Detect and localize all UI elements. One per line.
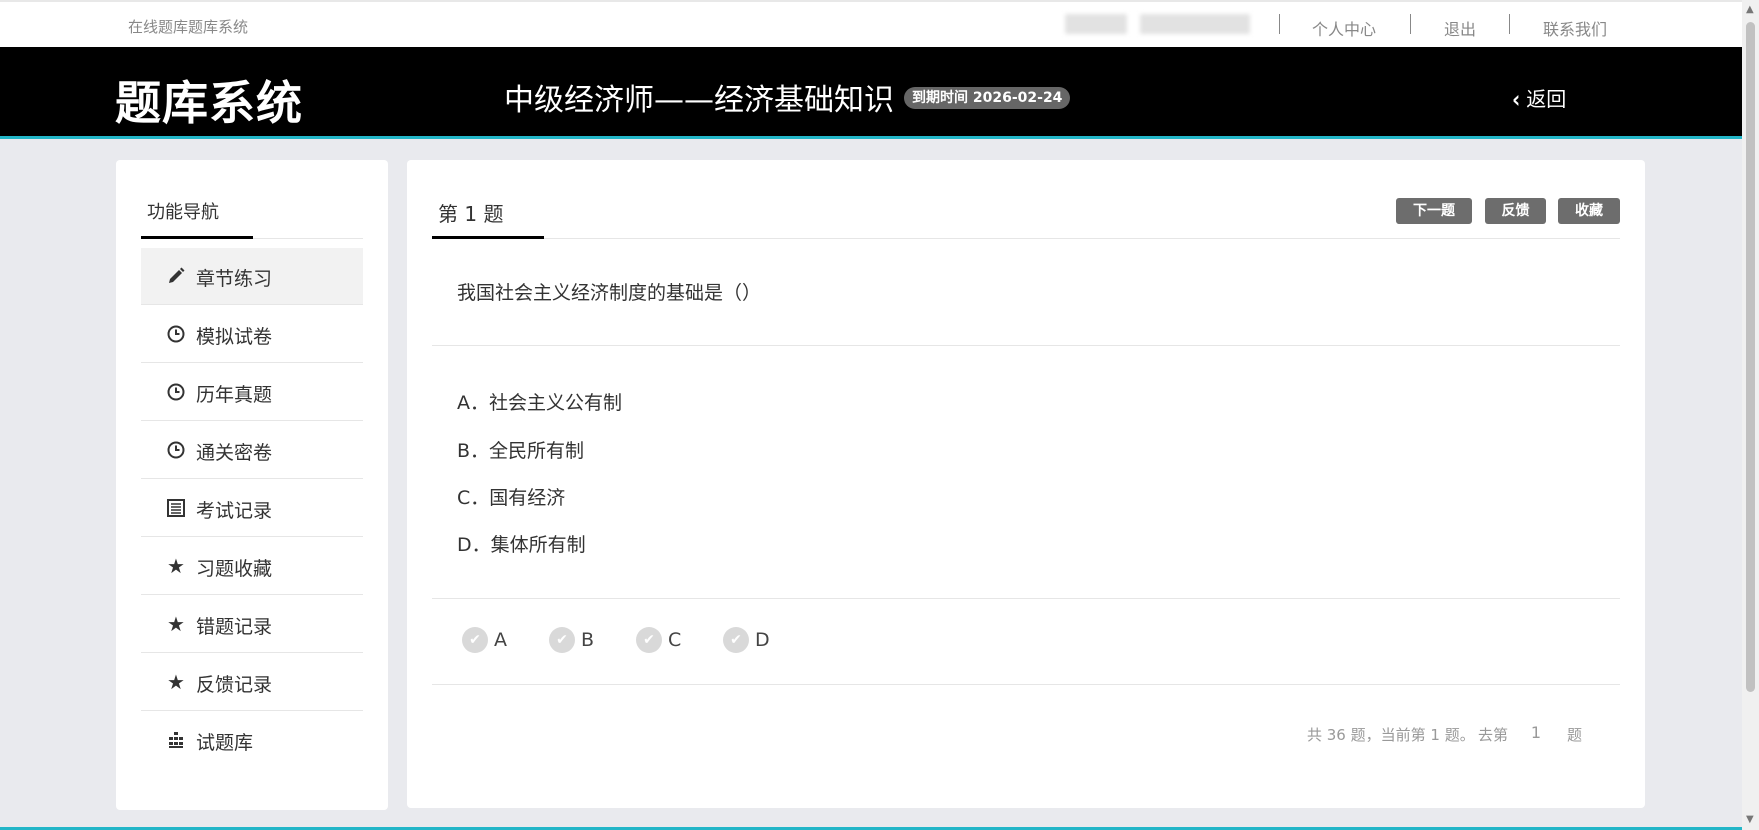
goto-question-input[interactable] [1521, 718, 1551, 746]
scroll-down-arrow-icon[interactable]: ▼ [1746, 814, 1754, 825]
logout-link[interactable]: 退出 [1444, 16, 1476, 40]
option-text: D．集体所有制 [457, 534, 586, 556]
blurred-username-extra [1140, 14, 1250, 34]
vertical-scrollbar[interactable]: ▲ ▼ [1742, 0, 1759, 830]
divider [432, 238, 1620, 239]
scrollbar-thumb[interactable] [1746, 22, 1755, 692]
next-question-button[interactable]: 下一题 [1396, 198, 1472, 224]
sidebar-item-exam-records[interactable]: 考试记录 [141, 480, 363, 537]
question-panel: 第 1 题 下一题 反馈 收藏 我国社会主义经济制度的基础是（） A．社会主义公… [407, 160, 1645, 808]
star-icon: ★ [167, 612, 185, 636]
list-icon [165, 497, 187, 519]
sidebar-item-label: 反馈记录 [196, 674, 273, 696]
option-text: C．国有经济 [457, 487, 566, 509]
back-button[interactable]: ‹ 返回 [1512, 83, 1567, 114]
check-circle-icon: ✔ [549, 627, 575, 653]
divider [432, 684, 1620, 685]
back-label: 返回 [1526, 87, 1567, 111]
blurred-username [1065, 14, 1127, 34]
question-title-underline [432, 236, 544, 239]
question-summary: 共 36 题，当前第 1 题。 [1307, 726, 1475, 744]
header: 题库系统 中级经济师——经济基础知识 到期时间 2026-02-24 ‹ 返回 [0, 47, 1742, 139]
answer-letter: D [755, 629, 770, 651]
check-circle-icon: ✔ [636, 627, 662, 653]
sidebar: 功能导航 章节练习 模拟试卷 历年真题 通关密卷 考试记录 ★ 习题收藏 ★ 错… [116, 160, 388, 810]
sidebar-item-chapter-practice[interactable]: 章节练习 [141, 248, 363, 305]
answer-choice-d[interactable]: ✔ D [723, 627, 770, 653]
sidebar-item-label: 历年真题 [196, 384, 273, 406]
course-title: 中级经济师——经济基础知识 [504, 83, 894, 118]
answer-letter: B [581, 629, 595, 651]
answer-letter: A [494, 629, 507, 651]
divider [1410, 14, 1411, 34]
sidebar-item-favorites[interactable]: ★ 习题收藏 [141, 538, 363, 595]
answer-choice-c[interactable]: ✔ C [636, 627, 681, 653]
goto-prefix: 去第 [1478, 726, 1509, 744]
sidebar-item-label: 考试记录 [196, 500, 273, 522]
feedback-button[interactable]: 反馈 [1485, 198, 1546, 224]
contact-us-link[interactable]: 联系我们 [1543, 16, 1607, 40]
site-name: 在线题库题库系统 [128, 18, 249, 36]
sidebar-item-mock-exam[interactable]: 模拟试卷 [141, 306, 363, 363]
option-text: B．全民所有制 [457, 440, 585, 462]
sidebar-item-label: 通关密卷 [196, 442, 273, 464]
personal-center-link[interactable]: 个人中心 [1312, 16, 1376, 40]
sidebar-item-past-exams[interactable]: 历年真题 [141, 364, 363, 421]
question-stem: 我国社会主义经济制度的基础是（） [457, 282, 762, 304]
question-number: 第 1 题 [438, 202, 504, 226]
divider [1279, 14, 1280, 34]
bars-icon [165, 729, 187, 751]
sidebar-item-secret-papers[interactable]: 通关密卷 [141, 422, 363, 479]
goto-suffix: 题 [1567, 726, 1583, 744]
check-circle-icon: ✔ [462, 627, 488, 653]
sidebar-item-wrong-answers[interactable]: ★ 错题记录 [141, 596, 363, 653]
answer-choice-b[interactable]: ✔ B [549, 627, 594, 653]
clock-icon [165, 381, 187, 403]
answer-choice-a[interactable]: ✔ A [462, 627, 507, 653]
sidebar-title-underline [141, 236, 253, 239]
top-bar: 在线题库题库系统 个人中心 退出 联系我们 [0, 0, 1742, 47]
clock-icon [165, 439, 187, 461]
favorite-button[interactable]: 收藏 [1558, 198, 1620, 224]
sidebar-item-label: 章节练习 [196, 268, 273, 290]
logo[interactable]: 题库系统 [115, 67, 303, 133]
check-circle-icon: ✔ [723, 627, 749, 653]
sidebar-title: 功能导航 [147, 202, 219, 223]
divider [432, 598, 1620, 599]
pencil-icon [165, 265, 187, 287]
sidebar-item-label: 模拟试卷 [196, 326, 273, 348]
sidebar-item-feedback-records[interactable]: ★ 反馈记录 [141, 654, 363, 711]
expiry-badge: 到期时间 2026-02-24 [904, 87, 1071, 109]
divider [1509, 14, 1510, 34]
star-icon: ★ [167, 670, 185, 694]
chevron-left-icon: ‹ [1512, 84, 1521, 114]
answer-letter: C [668, 629, 682, 651]
divider [432, 345, 1620, 346]
star-icon: ★ [167, 554, 185, 578]
scroll-up-arrow-icon[interactable]: ▲ [1746, 4, 1754, 15]
sidebar-item-question-bank[interactable]: 试题库 [141, 712, 363, 769]
clock-icon [165, 323, 187, 345]
sidebar-item-label: 试题库 [196, 732, 254, 754]
sidebar-item-label: 错题记录 [196, 616, 273, 638]
option-text: A．社会主义公有制 [457, 392, 622, 414]
sidebar-item-label: 习题收藏 [196, 558, 273, 580]
